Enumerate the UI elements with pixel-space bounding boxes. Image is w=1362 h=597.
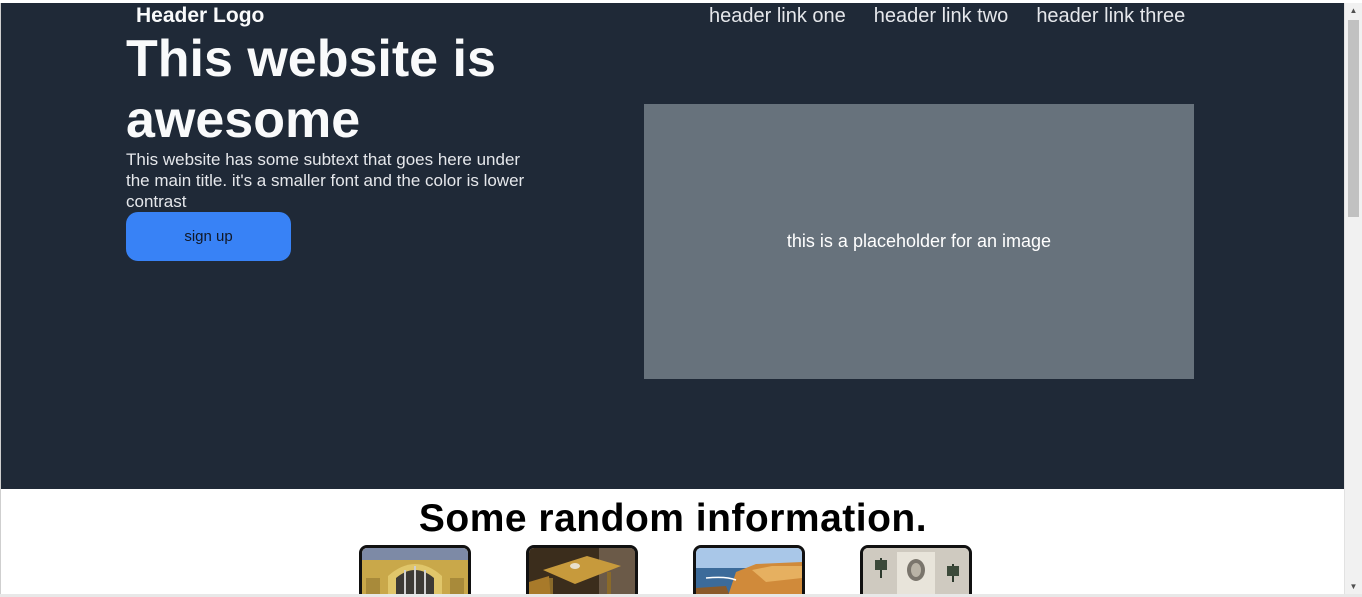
hero-title: This website is awesome	[126, 30, 496, 149]
card-image-building-archway[interactable]	[359, 545, 471, 594]
header-link-three[interactable]: header link three	[1036, 4, 1185, 28]
image-placeholder-text: this is a placeholder for an image	[786, 231, 1052, 251]
scroll-down-arrow-icon[interactable]: ▼	[1345, 579, 1362, 594]
card-image-cafe-table[interactable]	[526, 545, 638, 594]
image-placeholder: this is a placeholder for an image	[644, 104, 1194, 379]
building-archway-image	[362, 548, 468, 594]
page: Header Logo header link one header link …	[0, 3, 1344, 594]
info-heading: Some random information.	[418, 497, 928, 540]
header-logo[interactable]: Header Logo	[136, 4, 264, 28]
hero-section: Header Logo header link one header link …	[1, 3, 1344, 489]
header-nav: header link one header link two header l…	[709, 4, 1185, 28]
browser-viewport: Header Logo header link one header link …	[0, 0, 1362, 597]
card-image-building-facade[interactable]	[860, 545, 972, 594]
hero-subtext: This website has some subtext that goes …	[126, 150, 525, 211]
scrollbar-thumb[interactable]	[1348, 20, 1359, 217]
scroll-up-arrow-icon[interactable]: ▲	[1345, 3, 1362, 18]
vertical-scrollbar[interactable]: ▲ ▼	[1344, 3, 1362, 594]
info-cards	[359, 545, 972, 594]
sign-up-button[interactable]: sign up	[126, 212, 291, 261]
header-link-one[interactable]: header link one	[709, 4, 846, 28]
card-image-coastal-cliffs[interactable]	[693, 545, 805, 594]
building-facade-lamps-image	[863, 548, 969, 594]
header-link-two[interactable]: header link two	[874, 4, 1009, 28]
coastal-cliffs-image	[696, 548, 802, 594]
cafe-table-image	[529, 548, 635, 594]
